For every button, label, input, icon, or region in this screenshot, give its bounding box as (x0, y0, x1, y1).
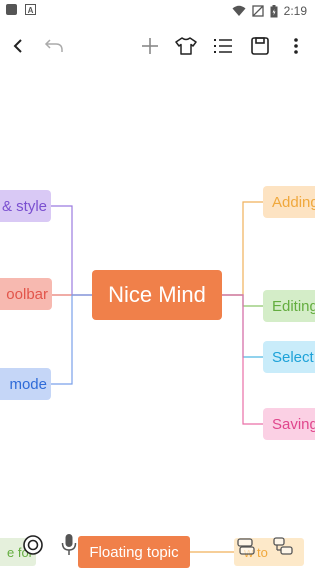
topic-left-style[interactable]: & style (0, 190, 51, 222)
collapse-button[interactable] (236, 536, 256, 556)
central-topic[interactable]: Nice Mind (92, 270, 222, 320)
topic-left-toolbar[interactable]: oolbar (0, 278, 52, 310)
connector-left-1 (50, 205, 92, 296)
topic-right-saving[interactable]: Saving (263, 408, 315, 440)
target-icon (23, 535, 43, 555)
focus-button[interactable] (20, 532, 46, 558)
connector-right-1 (222, 201, 263, 296)
central-topic-label: Nice Mind (108, 282, 206, 307)
topic-right-select[interactable]: Select (263, 341, 315, 373)
topic-label: Adding (272, 193, 315, 211)
topic-label: Editing (272, 297, 315, 315)
floating-topic[interactable]: Floating topic (78, 536, 190, 568)
floating-topic-label: Floating topic (89, 543, 179, 561)
topic-label: Saving (272, 415, 315, 433)
topic-right-adding[interactable]: Adding (263, 186, 315, 218)
microphone-icon (61, 534, 77, 555)
topic-label: & style (1, 197, 47, 215)
expand-icon (273, 537, 293, 555)
expand-button[interactable] (272, 536, 294, 556)
topic-label: oolbar (6, 285, 48, 303)
topic-left-mode[interactable]: mode (0, 368, 51, 400)
connector-right-4 (222, 294, 263, 425)
topic-label: mode (9, 375, 47, 393)
voice-input-button[interactable] (58, 530, 80, 560)
collapse-icon (237, 538, 255, 555)
connector-left-3 (50, 294, 92, 385)
topic-right-editing[interactable]: Editing (263, 290, 315, 322)
topic-label: Select (272, 348, 314, 366)
